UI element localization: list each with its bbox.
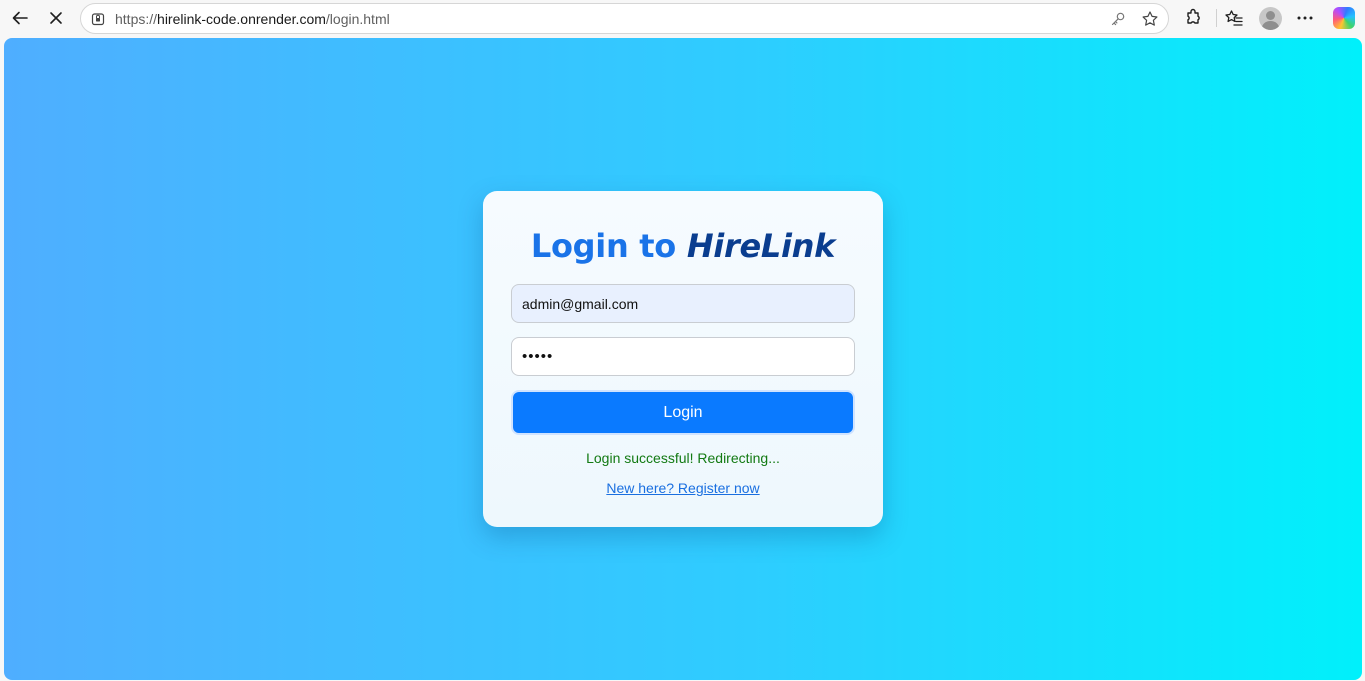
url-path: /login.html [325,11,390,27]
more-options-icon [1297,16,1313,20]
copilot-icon[interactable] [1333,7,1355,29]
address-bar[interactable]: https://hirelink-code.onrender.com/login… [80,3,1169,34]
title-prefix: Login to [530,227,687,265]
stop-loading-button[interactable] [44,6,68,30]
profile-avatar-icon[interactable] [1259,7,1282,30]
more-options-button[interactable] [1295,8,1315,28]
toolbar-divider [1216,9,1217,27]
url-protocol: https:// [115,11,158,27]
url-host: hirelink-code.onrender.com [157,11,326,27]
page-title: Login to HireLink [483,227,883,265]
password-key-icon[interactable] [1109,10,1127,28]
favorites-icon [1225,10,1243,26]
email-value: admin@gmail.com [522,295,639,312]
page-background: Login to HireLink admin@gmail.com ••••• … [4,38,1362,680]
login-card: Login to HireLink admin@gmail.com ••••• … [483,191,883,527]
site-info-icon[interactable] [90,11,106,27]
login-button[interactable]: Login [511,390,855,435]
favorites-button[interactable] [1224,8,1244,28]
extensions-button[interactable] [1183,8,1203,28]
extensions-icon [1187,8,1200,24]
status-message: Login successful! Redirecting... [586,450,780,466]
stop-icon [50,12,62,24]
favorite-star-icon[interactable] [1141,10,1159,28]
back-button[interactable] [8,6,32,30]
brand-name: HireLink [686,227,836,265]
back-arrow-icon [12,11,28,25]
password-value: ••••• [522,348,554,365]
password-field[interactable]: ••••• [511,337,855,376]
register-link[interactable]: New here? Register now [606,480,759,496]
browser-toolbar: https://hirelink-code.onrender.com/login… [0,0,1365,37]
url-text[interactable]: https://hirelink-code.onrender.com/login… [115,11,390,27]
email-field[interactable]: admin@gmail.com [511,284,855,323]
